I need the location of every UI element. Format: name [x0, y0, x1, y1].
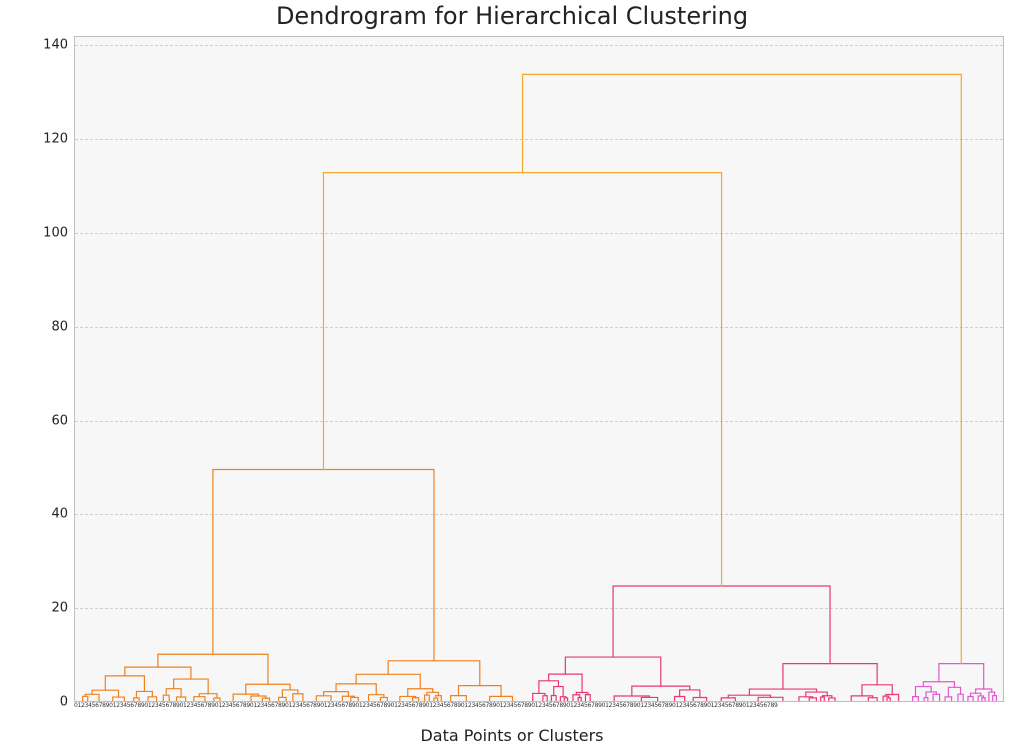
y-tick-20: 20 — [18, 601, 68, 616]
y-tick-100: 100 — [18, 226, 68, 241]
plot-area — [74, 36, 1004, 702]
chart-title: Dendrogram for Hierarchical Clustering — [0, 2, 1024, 30]
x-axis-label: Data Points or Clusters — [0, 726, 1024, 745]
y-tick-140: 140 — [18, 38, 68, 53]
dendrogram-svg — [75, 37, 1003, 701]
y-tick-60: 60 — [18, 413, 68, 428]
y-tick-40: 40 — [18, 507, 68, 522]
y-tick-0: 0 — [18, 695, 68, 710]
y-tick-80: 80 — [18, 319, 68, 334]
y-tick-120: 120 — [18, 132, 68, 147]
x-tick-labels: 0123456789012345678901234567890123456789… — [74, 702, 1004, 716]
figure: Dendrogram for Hierarchical Clustering D… — [0, 0, 1024, 747]
